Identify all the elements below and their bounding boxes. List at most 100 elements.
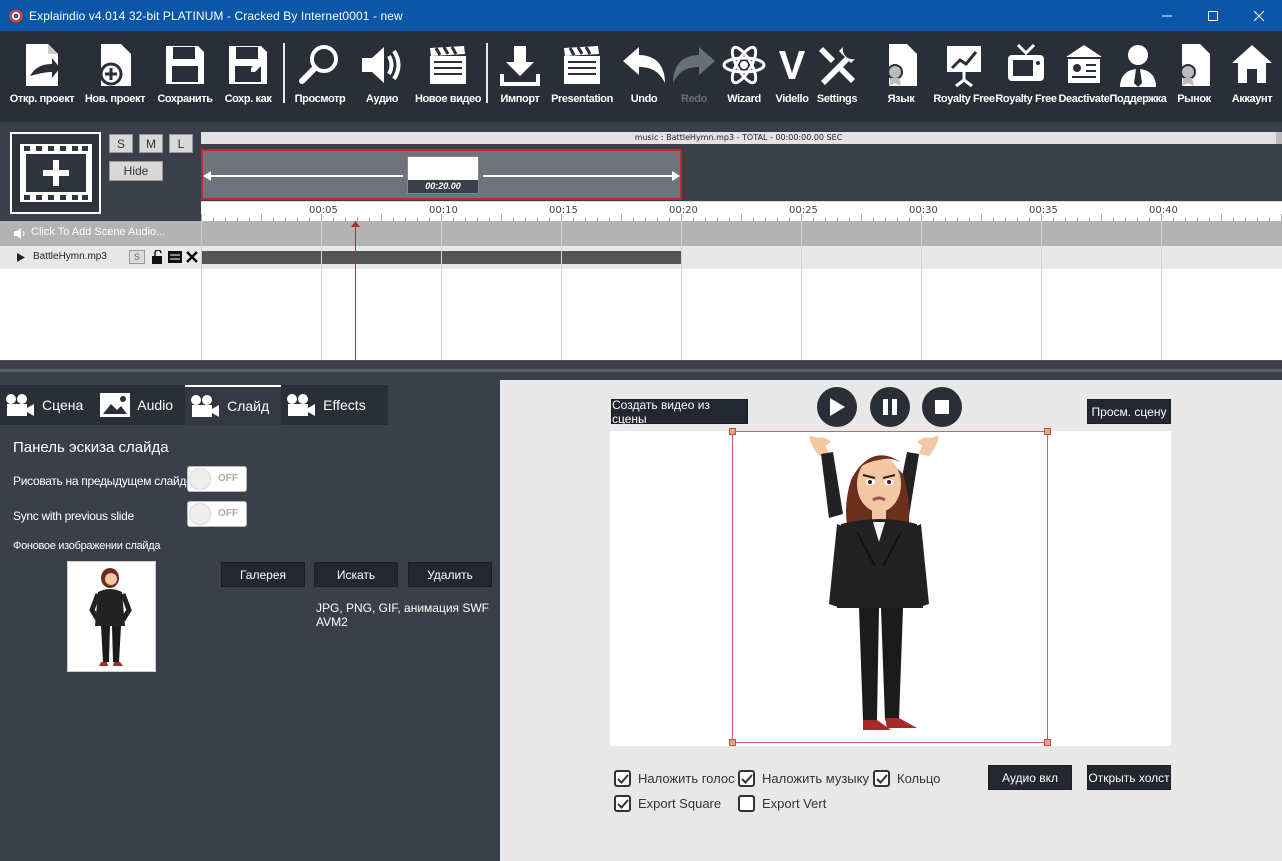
play-button[interactable] bbox=[817, 387, 857, 427]
unlock-icon[interactable] bbox=[151, 250, 163, 264]
save-as-button[interactable]: Сохр. как bbox=[222, 41, 274, 117]
ruler-tick bbox=[921, 214, 922, 221]
redo-button[interactable]: Redo bbox=[670, 41, 718, 117]
export-square-checkbox[interactable]: Export Square bbox=[614, 795, 721, 812]
import-button[interactable]: Импорт bbox=[496, 41, 544, 117]
camera-icon bbox=[189, 392, 221, 420]
play-icon bbox=[830, 398, 845, 416]
open-canvas-button[interactable]: Открыть холст bbox=[1087, 765, 1171, 790]
royalty-free-music-button[interactable]: Royalty Free bbox=[933, 41, 995, 117]
market-doc-icon bbox=[1170, 41, 1218, 89]
draw-prev-toggle[interactable]: OFF bbox=[187, 466, 247, 492]
settings-button[interactable]: Settings bbox=[812, 41, 862, 117]
music-bar-scroll[interactable] bbox=[1276, 132, 1282, 144]
delete-track-icon[interactable] bbox=[186, 251, 198, 263]
floppy-edit-icon bbox=[224, 41, 272, 89]
grid-line bbox=[441, 221, 442, 360]
audio-button[interactable]: Аудио bbox=[358, 41, 406, 117]
overlay-music-checkbox[interactable]: Наложить музыку bbox=[738, 770, 869, 787]
time-ruler[interactable]: 00:05 00:10 00:15 00:20 00:25 00:30 00:3… bbox=[201, 201, 1282, 221]
royalty-free-video-button[interactable]: Royalty Free bbox=[995, 41, 1057, 117]
tab-effects[interactable]: Effects bbox=[281, 385, 388, 425]
export-vert-checkbox[interactable]: Export Vert bbox=[738, 795, 826, 812]
checkbox-checked-icon bbox=[614, 795, 631, 812]
layers-icon[interactable] bbox=[168, 251, 182, 263]
track-solo-button[interactable]: S bbox=[129, 250, 145, 264]
new-video-button[interactable]: Новое видео bbox=[415, 41, 481, 117]
audio-on-button[interactable]: Аудио вкл bbox=[988, 765, 1072, 790]
loop-checkbox[interactable]: Кольцо bbox=[873, 770, 940, 787]
wizard-button[interactable]: Wizard bbox=[720, 41, 768, 117]
view-scene-button[interactable]: Просм. сцену bbox=[1087, 399, 1171, 424]
ruler-label: 00:35 bbox=[1029, 205, 1058, 216]
close-icon bbox=[1254, 10, 1264, 21]
search-button[interactable]: Искать bbox=[314, 562, 398, 587]
panel-splitter[interactable] bbox=[0, 360, 1282, 380]
maximize-button[interactable] bbox=[1190, 0, 1236, 31]
scene-canvas[interactable] bbox=[610, 428, 1171, 746]
speaker-small-icon bbox=[14, 228, 25, 239]
market-button[interactable]: Рынок bbox=[1170, 41, 1218, 117]
title-bar: Explaindio v4.014 32-bit PLATINUM - Crac… bbox=[0, 0, 1282, 31]
deactivate-button[interactable]: Deactivate bbox=[1058, 41, 1110, 117]
language-button[interactable]: Язык bbox=[876, 41, 926, 117]
resize-handle[interactable] bbox=[1044, 739, 1051, 746]
ruler-label: 00:20 bbox=[669, 205, 698, 216]
create-video-button[interactable]: Создать видео из сцены bbox=[611, 398, 748, 426]
pause-button[interactable] bbox=[870, 387, 910, 427]
timeline: S M L Hide music : BattleHymn.mp3 - TOTA… bbox=[0, 122, 1282, 360]
id-card-icon bbox=[1060, 41, 1108, 89]
certificate-doc-icon bbox=[877, 41, 925, 89]
scene-block[interactable]: 00:20.00 bbox=[201, 149, 682, 200]
ruler-label: 00:05 bbox=[309, 205, 338, 216]
selection-frame[interactable] bbox=[729, 428, 1051, 746]
ruler-label: 00:15 bbox=[549, 205, 578, 216]
scene-duration: 00:20.00 bbox=[408, 180, 478, 193]
arrow-right-icon bbox=[672, 171, 680, 181]
open-project-button[interactable]: Откр. проект bbox=[10, 41, 75, 117]
ruler-tick bbox=[681, 214, 682, 221]
camera-icon bbox=[4, 391, 36, 419]
support-button[interactable]: Поддержка bbox=[1110, 41, 1167, 117]
hide-button[interactable]: Hide bbox=[109, 161, 163, 181]
tab-audio[interactable]: Audio bbox=[95, 385, 186, 425]
panel-title: Панель эскиза слайда bbox=[13, 439, 169, 456]
minimize-button[interactable] bbox=[1144, 0, 1190, 31]
resize-handle[interactable] bbox=[1044, 428, 1051, 435]
delete-button[interactable]: Удалить bbox=[408, 562, 492, 587]
duration-arrow-left bbox=[207, 175, 403, 177]
stop-button[interactable] bbox=[922, 387, 962, 427]
scene-audio-row[interactable]: Click To Add Scene Audio... bbox=[0, 221, 1282, 246]
resize-handle[interactable] bbox=[729, 428, 736, 435]
playhead[interactable] bbox=[355, 221, 356, 360]
tab-scene[interactable]: Сцена bbox=[0, 385, 96, 425]
account-button[interactable]: Аккаунт bbox=[1226, 41, 1278, 117]
play-track-icon[interactable] bbox=[17, 253, 25, 262]
save-button[interactable]: Сохранить bbox=[157, 41, 213, 117]
scene-thumbnail[interactable]: 00:20.00 bbox=[407, 156, 479, 194]
presentation-button[interactable]: Presentation bbox=[551, 41, 613, 117]
size-m-button[interactable]: M bbox=[139, 134, 163, 153]
new-project-button[interactable]: Нов. проект bbox=[85, 41, 146, 117]
ruler-tick bbox=[1161, 214, 1162, 221]
tab-slide[interactable]: Слайд bbox=[185, 385, 282, 425]
grid-line bbox=[321, 221, 322, 360]
ruler-tick bbox=[861, 214, 862, 221]
ruler-tick bbox=[501, 214, 502, 221]
undo-button[interactable]: Undo bbox=[620, 41, 668, 117]
background-thumbnail[interactable] bbox=[67, 561, 156, 672]
size-s-button[interactable]: S bbox=[109, 134, 133, 153]
gallery-button[interactable]: Галерея bbox=[221, 562, 305, 587]
sync-prev-toggle[interactable]: OFF bbox=[187, 501, 247, 527]
toggle-knob bbox=[190, 469, 210, 489]
add-scene-button[interactable] bbox=[10, 132, 101, 214]
pause-icon bbox=[883, 399, 897, 415]
size-l-button[interactable]: L bbox=[169, 134, 193, 153]
preview-button[interactable]: Просмотр bbox=[293, 41, 347, 117]
duration-arrow-right bbox=[483, 175, 675, 177]
playhead-marker-icon[interactable] bbox=[351, 221, 360, 227]
resize-handle[interactable] bbox=[729, 739, 736, 746]
close-button[interactable] bbox=[1236, 0, 1282, 31]
vidello-button[interactable]: Vidello bbox=[770, 41, 814, 117]
overlay-voice-checkbox[interactable]: Наложить голос bbox=[614, 770, 735, 787]
